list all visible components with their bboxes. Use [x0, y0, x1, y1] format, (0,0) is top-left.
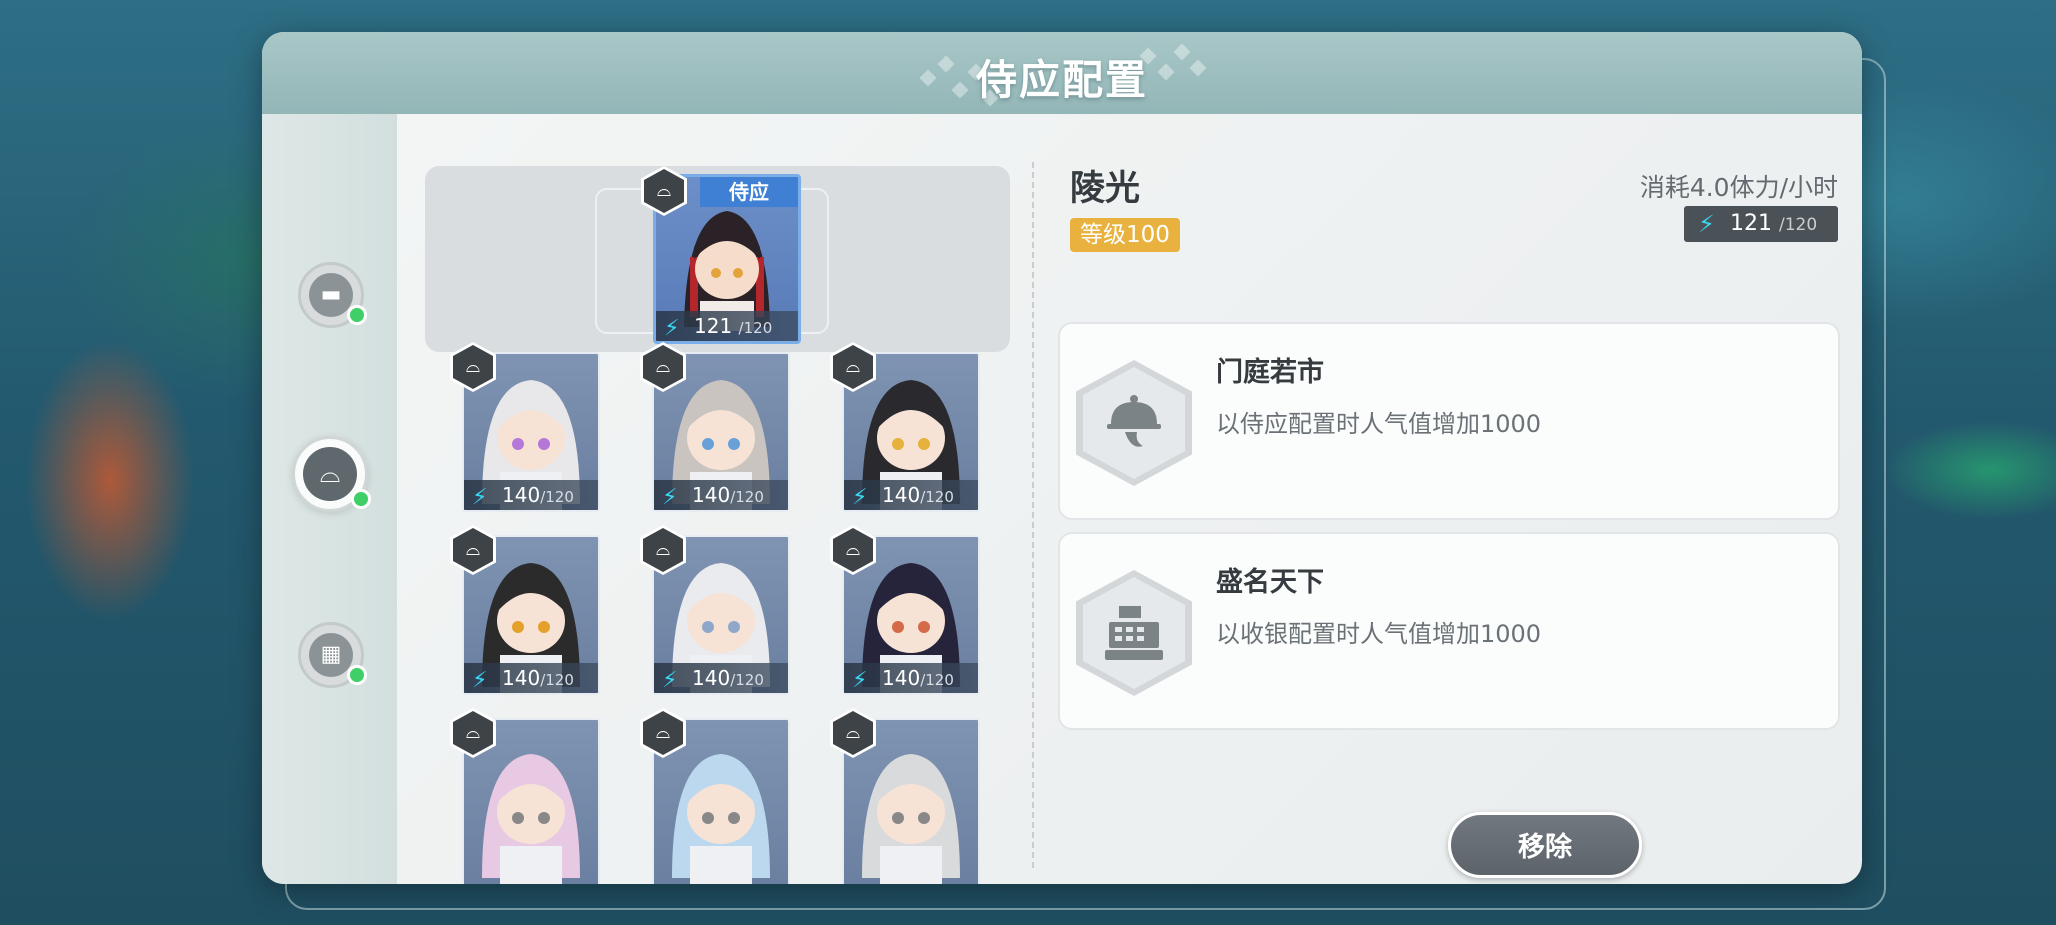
- skill-icon-frame: [1076, 570, 1192, 696]
- cash-register-icon: [1105, 606, 1163, 660]
- section-divider: [1032, 162, 1034, 868]
- serving-cloche-icon: ⌓: [453, 711, 493, 755]
- category-sidebar: ▬ ⌓ ▦: [262, 114, 397, 884]
- serving-cloche-icon: ⌓: [644, 169, 684, 213]
- skill-card: 门庭若市 以侍应配置时人气值增加1000: [1058, 322, 1840, 520]
- assigned-slot-area: 侍应 ⚡ 121 /120 ⌓: [425, 166, 1010, 352]
- serving-cloche-icon: ⌓: [833, 528, 873, 572]
- status-dot: [351, 489, 371, 509]
- stamina-max: /120: [920, 488, 954, 506]
- skill-name: 门庭若市: [1216, 357, 1324, 388]
- category-waiter[interactable]: ⌓: [292, 436, 371, 512]
- stamina-value: 140: [502, 666, 541, 690]
- stamina-bar: ⚡ 140/120: [654, 663, 788, 693]
- level-badge: 等级100: [1070, 218, 1180, 252]
- stamina-bar: ⚡ 140/120: [464, 663, 598, 693]
- cash-register-icon: ▦: [309, 633, 353, 677]
- stamina-max: /120: [540, 488, 574, 506]
- sofa-icon: ▬: [309, 273, 353, 317]
- lightning-icon: ⚡: [852, 485, 868, 510]
- stamina-value: 121: [1730, 211, 1772, 236]
- lightning-icon: ⚡: [852, 668, 868, 693]
- stamina-value: 121: [694, 314, 733, 338]
- category-decor[interactable]: ▬: [298, 262, 367, 328]
- serving-cloche-icon: ⌓: [453, 345, 493, 389]
- serving-cloche-icon: ⌓: [643, 528, 683, 572]
- skill-icon-frame: [1076, 360, 1192, 486]
- lightning-icon: ⚡: [1698, 210, 1715, 238]
- character-selection-area: 侍应 ⚡ 121 /120 ⌓ ⚡ 140/120 ⌓ ⚡ 140/120 ⌓ ⚡ 140/1…: [397, 114, 1037, 884]
- lightning-icon: ⚡: [472, 668, 488, 693]
- stamina-max: /120: [730, 488, 764, 506]
- serving-cloche-icon: ⌓: [453, 528, 493, 572]
- stamina-bar: ⚡ 140/120: [464, 480, 598, 510]
- stamina-value: 140: [882, 483, 921, 507]
- remove-button[interactable]: 移除: [1448, 812, 1642, 878]
- stamina-max: /120: [920, 671, 954, 689]
- serving-cloche-icon: ⌓: [833, 711, 873, 755]
- stamina-max: /120: [1779, 215, 1818, 235]
- stamina-bar: ⚡ 140/120: [654, 480, 788, 510]
- stamina-value: 140: [692, 483, 731, 507]
- stamina-bar: ⚡ 140/120: [844, 480, 978, 510]
- category-cashier[interactable]: ▦: [298, 622, 367, 688]
- serving-cloche-icon: ⌓: [303, 447, 357, 501]
- serving-cloche-icon: ⌓: [643, 345, 683, 389]
- skill-description: 以侍应配置时人气值增加1000: [1216, 410, 1542, 438]
- lightning-icon: ⚡: [662, 485, 678, 510]
- skill-description: 以收银配置时人气值增加1000: [1216, 620, 1542, 648]
- waiter-badge: 侍应: [700, 177, 798, 207]
- stamina-max: /120: [730, 671, 764, 689]
- dialog-title: 侍应配置: [976, 56, 1148, 104]
- stamina-max: /120: [738, 319, 773, 337]
- serving-cloche-icon: [1107, 395, 1161, 447]
- stamina-max: /120: [540, 671, 574, 689]
- character-detail-panel: 陵光 等级100 消耗4.0体力/小时 ⚡ 121 /120 门庭若市 以侍应配…: [1040, 114, 1862, 884]
- skill-card: 盛名天下 以收银配置时人气值增加1000: [1058, 532, 1840, 730]
- lightning-icon: ⚡: [472, 485, 488, 510]
- stamina-consumption: 消耗4.0体力/小时: [1639, 173, 1838, 202]
- waiter-config-dialog: 侍应配置 ▬ ⌓ ▦ 侍应 ⚡ 121 /120 ⌓ ⚡ 140/120 ⌓ ⚡…: [262, 32, 1862, 884]
- stamina-bar: ⚡ 121 /120: [656, 311, 798, 341]
- character-name: 陵光: [1070, 169, 1141, 209]
- status-dot: [347, 305, 367, 325]
- stamina-value: 140: [882, 666, 921, 690]
- stamina-display: ⚡ 121 /120: [1684, 206, 1838, 242]
- stamina-value: 140: [692, 666, 731, 690]
- serving-cloche-icon: ⌓: [643, 711, 683, 755]
- lightning-icon: ⚡: [664, 316, 680, 341]
- stamina-bar: ⚡ 140/120: [844, 663, 978, 693]
- status-dot: [347, 665, 367, 685]
- stamina-value: 140: [502, 483, 541, 507]
- lightning-icon: ⚡: [662, 668, 678, 693]
- serving-cloche-icon: ⌓: [833, 345, 873, 389]
- dialog-header: 侍应配置: [262, 32, 1862, 114]
- skill-name: 盛名天下: [1216, 567, 1324, 598]
